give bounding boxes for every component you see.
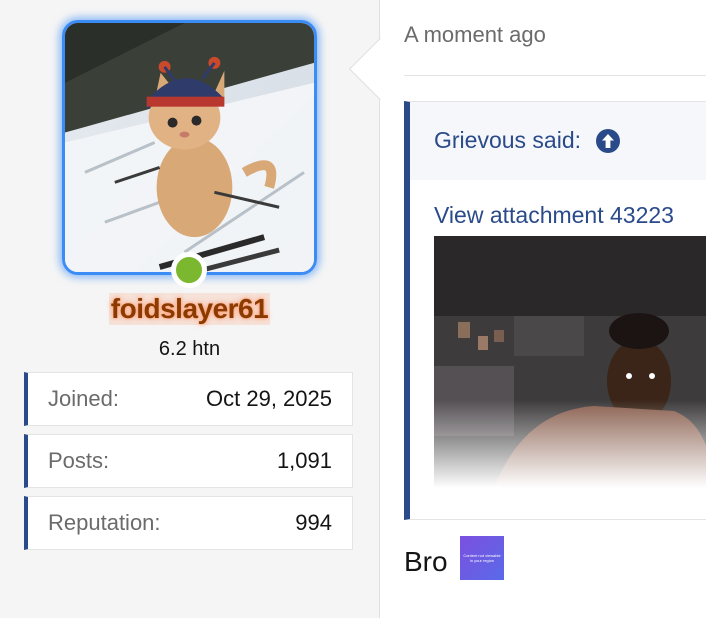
attachment-image[interactable] (434, 236, 706, 488)
header-divider (404, 75, 706, 76)
post-timestamp[interactable]: A moment ago (404, 22, 546, 48)
stat-value: 1,091 (276, 448, 332, 473)
stat-label: Joined: (48, 386, 119, 411)
stat-posts: Posts: 1,091 (24, 434, 353, 488)
avatar[interactable] (62, 20, 317, 275)
stat-joined: Joined: Oct 29, 2025 (24, 372, 353, 426)
blocked-media-text: Content not viewable in your region (463, 553, 501, 563)
stat-value: 994 (295, 510, 332, 535)
arrow-up-circle-icon[interactable] (595, 128, 621, 154)
quote-author: Grievous said: (434, 127, 582, 153)
stat-label: Posts: (48, 448, 110, 473)
attachment-link[interactable]: View attachment 43223 (434, 202, 674, 229)
reply-text: Bro (404, 546, 448, 577)
user-title: 6.2 htn (158, 338, 221, 360)
stat-value: Oct 29, 2025 (206, 386, 332, 411)
blocked-media-thumbnail[interactable]: Content not viewable in your region (460, 536, 504, 580)
quote-header: Grievous said: (410, 102, 706, 180)
stat-reputation: Reputation: 994 (24, 496, 353, 550)
online-status-indicator (171, 252, 207, 288)
stat-label: Reputation: (48, 510, 161, 535)
quote-block: Grievous said: View attachment 43223 (404, 101, 706, 520)
quote-author-link[interactable]: Grievous said: (434, 127, 621, 154)
username[interactable]: foidslayer61 (0, 293, 379, 325)
